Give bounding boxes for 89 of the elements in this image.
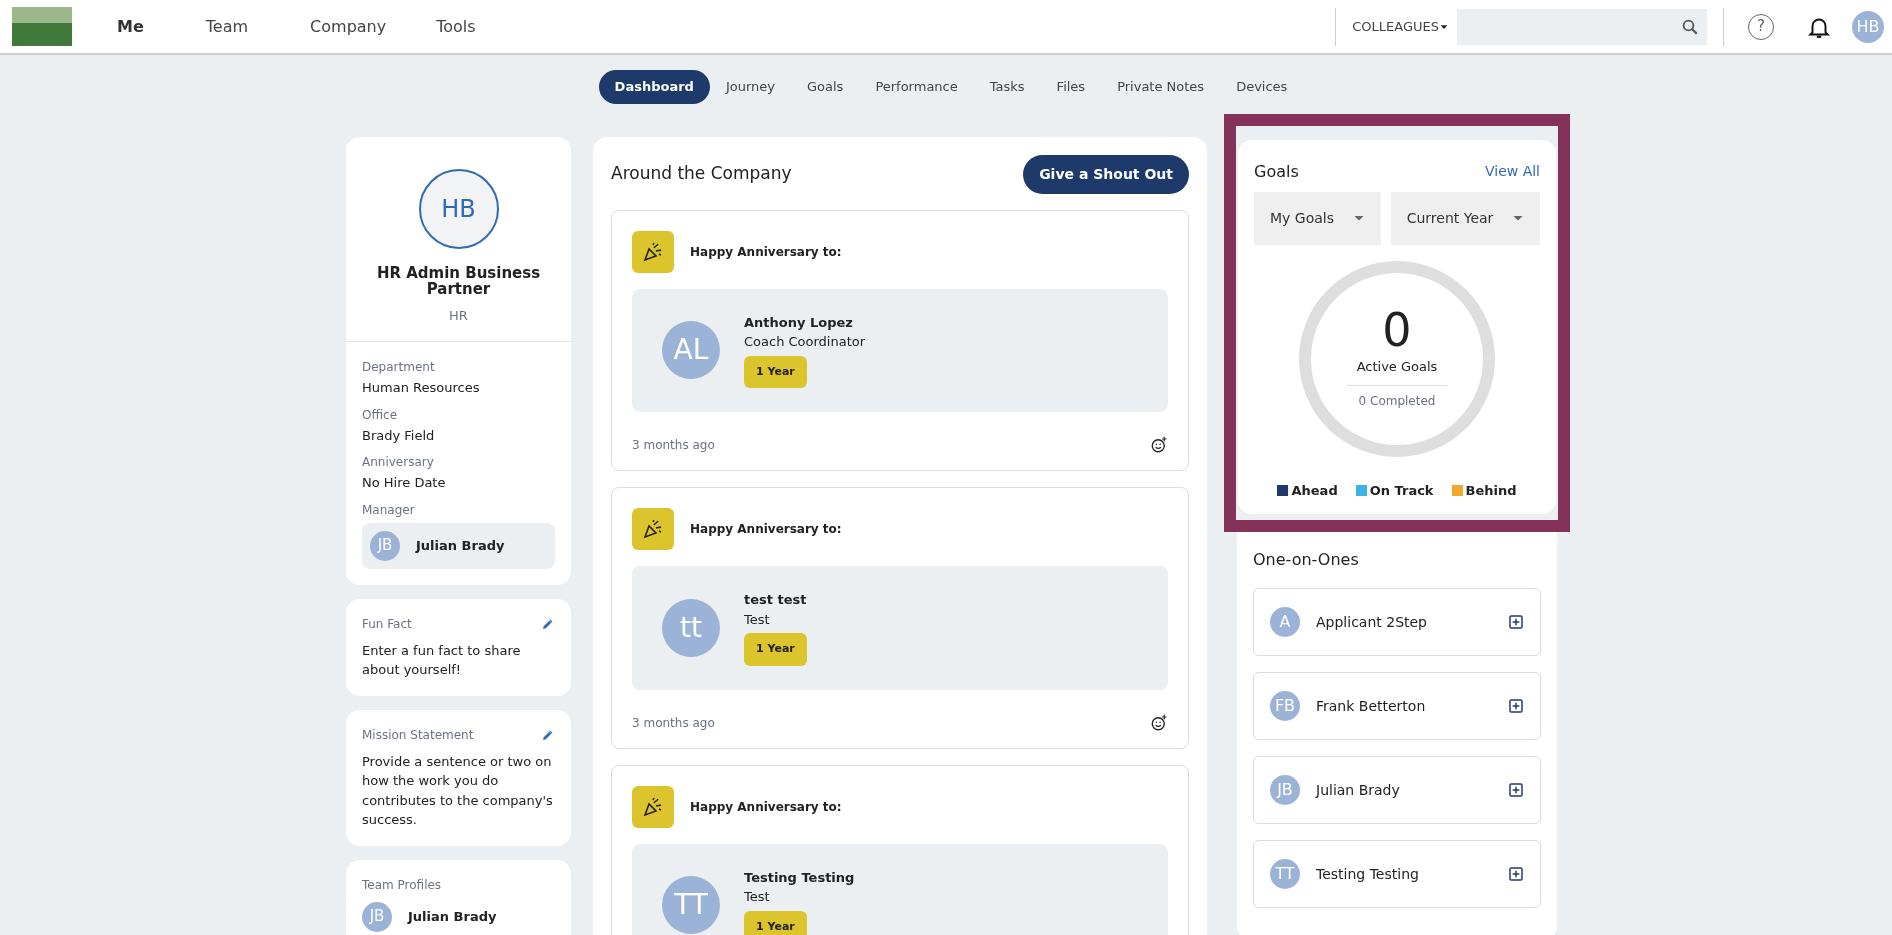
tenure-label: 1 Year [744, 633, 807, 666]
member-name: Julian Brady [408, 907, 497, 926]
field-label: Department [362, 359, 436, 376]
one-on-one-item[interactable]: FB Frank Betterton [1253, 672, 1541, 740]
filter-dropdown[interactable]: My Goals [1254, 191, 1381, 245]
avatar: TT [1270, 859, 1300, 889]
post-heading: Happy Anniversary to: [690, 521, 842, 538]
section-tab[interactable]: Performance [859, 70, 974, 104]
view-all-link[interactable]: View All [1484, 161, 1540, 182]
nav-tab[interactable]: Tools [436, 14, 476, 39]
field-value: Human Resources [362, 379, 481, 397]
section-tab[interactable]: Journey [709, 70, 791, 104]
smiley-plus-icon[interactable] [1150, 713, 1168, 732]
field-label: Office [362, 406, 399, 424]
post-time: 3 months ago [632, 714, 715, 732]
legend-label: Ahead [1291, 481, 1338, 500]
job-title: Test [744, 888, 771, 906]
search-field[interactable] [1457, 8, 1707, 45]
plus-square-icon[interactable] [1508, 866, 1524, 882]
legend-label: On Track [1369, 481, 1434, 500]
card-label: Team Profiles [362, 876, 443, 894]
one-on-one-item[interactable]: JB Julian Brady [1253, 756, 1541, 824]
section-tab[interactable]: Dashboard [598, 70, 710, 104]
section-tab[interactable]: Private Notes [1101, 70, 1221, 104]
profile-role: HR [449, 306, 468, 325]
colleagues-dropdown[interactable]: COLLEAGUES [1352, 16, 1449, 37]
profile-avatar: HB [418, 168, 499, 249]
avatar: A [1270, 607, 1300, 637]
plus-square-icon[interactable] [1508, 698, 1524, 714]
avatar: FB [1270, 691, 1300, 721]
one-on-one-item[interactable]: A Applicant 2Step [1253, 588, 1541, 656]
post-time: 3 months ago [632, 437, 715, 454]
party-popper-icon [632, 785, 674, 828]
card-label: Mission Statement [362, 726, 474, 744]
avatar: JB [362, 901, 392, 932]
section-tab[interactable]: Tasks [973, 70, 1041, 104]
job-title: Coach Coordinator [744, 333, 866, 351]
party-popper-icon [632, 508, 674, 550]
goal-count-label: Active Goals [1356, 358, 1438, 377]
legend-label: Behind [1465, 481, 1517, 500]
avatar: JB [1270, 775, 1300, 805]
person-name: Testing Testing [744, 868, 855, 887]
card-label: Fun Fact [362, 615, 412, 633]
pencil-icon[interactable] [541, 616, 555, 631]
one-on-ones-title: One-on-Ones [1253, 549, 1360, 571]
avatar: JB [370, 530, 400, 561]
plus-square-icon[interactable] [1508, 782, 1524, 798]
filter-dropdown[interactable]: Current Year [1390, 191, 1540, 245]
party-popper-icon [632, 230, 674, 273]
avatar: AL [662, 321, 720, 380]
section-tab[interactable]: Devices [1220, 70, 1304, 104]
post-heading: Happy Anniversary to: [690, 798, 842, 816]
field-label: Anniversary [362, 454, 435, 471]
goal-count: 0 [1382, 307, 1412, 354]
field-label: Manager [362, 501, 416, 519]
nav-tab[interactable]: Company [310, 14, 387, 39]
completed-count: 0 Completed [1358, 392, 1436, 410]
field-value: No Hire Date [362, 474, 447, 492]
feed-title: Around the Company [611, 162, 792, 186]
tenure-label: 1 Year [744, 355, 807, 388]
post-heading: Happy Anniversary to: [690, 243, 842, 261]
goals-title: Goals [1254, 160, 1299, 183]
person-name: Anthony Lopez [744, 313, 854, 332]
person-name: Applicant 2Step [1316, 612, 1428, 632]
smiley-plus-icon[interactable] [1150, 436, 1168, 454]
shout-out-button[interactable]: Give a Shout Out [1023, 154, 1189, 194]
field-value: Brady Field [362, 426, 436, 445]
section-tab[interactable]: Files [1040, 70, 1102, 104]
avatar: TT [662, 876, 720, 935]
manager-card[interactable]: JB Julian Brady [362, 522, 555, 569]
section-tab[interactable]: Goals [791, 70, 860, 104]
nav-tab[interactable]: Me [117, 14, 144, 39]
nav-tab[interactable]: Team [205, 14, 249, 39]
one-on-one-item[interactable]: TT Testing Testing [1253, 840, 1541, 908]
person-name: Testing Testing [1316, 864, 1420, 884]
avatar: tt [662, 598, 720, 657]
tenure-label: 1 Year [744, 910, 807, 935]
manager-name: Julian Brady [416, 536, 505, 555]
profile-name: HR Admin Business Partner [375, 264, 542, 298]
plus-square-icon[interactable] [1508, 614, 1524, 630]
person-name: Frank Betterton [1316, 696, 1427, 716]
person-name: Julian Brady [1316, 780, 1401, 800]
search-icon [1681, 17, 1699, 36]
job-title: Test [744, 610, 771, 629]
team-member[interactable]: JB Julian Brady [362, 901, 555, 932]
pencil-icon[interactable] [541, 727, 555, 742]
card-text: Enter a fun fact to share about yourself! [362, 641, 522, 679]
person-name: test test [744, 591, 807, 609]
card-text: Provide a sentence or two on how the work you do contributes to the company's success. [362, 752, 554, 829]
